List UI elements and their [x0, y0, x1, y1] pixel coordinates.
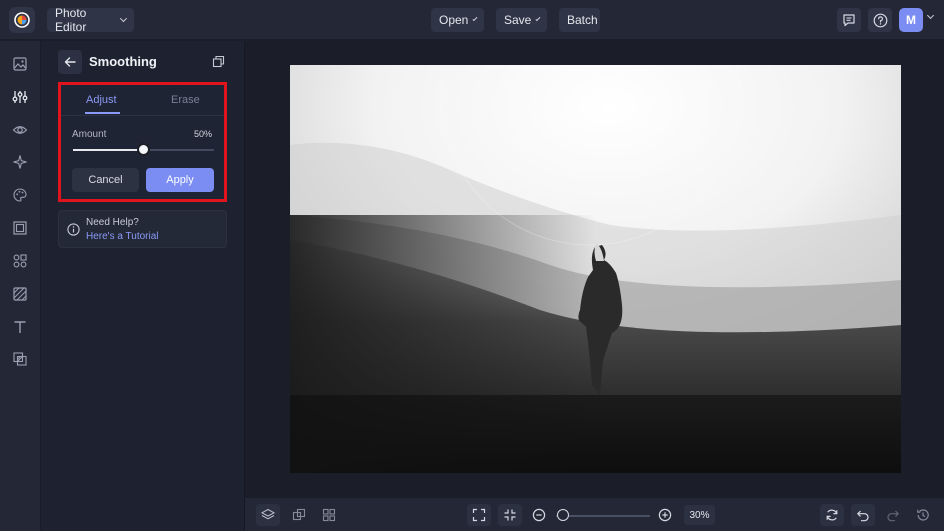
sidebar-item-textures[interactable]: [11, 285, 29, 303]
history-button[interactable]: [911, 504, 935, 526]
info-icon: [67, 223, 80, 236]
adjustments-icon: [12, 91, 28, 103]
undo-icon: [857, 510, 869, 522]
chat-icon: [843, 14, 855, 27]
overlay-icon: [13, 352, 27, 366]
batch-button[interactable]: Batch: [559, 8, 600, 32]
expand-icon: [472, 508, 486, 522]
question-icon: [873, 13, 887, 27]
sidebar-item-frames[interactable]: [11, 219, 29, 237]
chevron-down-icon: [120, 15, 128, 22]
help-title: Need Help?: [86, 217, 139, 228]
amount-slider-thumb[interactable]: [137, 143, 150, 156]
amount-slider[interactable]: [73, 143, 214, 156]
redo-button[interactable]: [881, 504, 905, 526]
chevron-down-icon: [535, 16, 541, 21]
refresh-icon: [826, 509, 838, 521]
zoom-out-icon: [532, 508, 546, 522]
fit-to-screen-button[interactable]: [467, 504, 491, 526]
sparkle-icon: [13, 155, 27, 169]
compare-button[interactable]: [287, 504, 311, 526]
batch-label: Batch: [567, 13, 598, 27]
actual-size-button[interactable]: [498, 504, 522, 526]
apply-button[interactable]: Apply: [146, 168, 214, 192]
help-card: Need Help? Here's a Tutorial: [58, 210, 227, 248]
elements-icon: [13, 254, 27, 268]
zoom-slider-thumb[interactable]: [557, 509, 569, 521]
user-avatar[interactable]: M: [899, 8, 923, 32]
duplicate-button[interactable]: [212, 55, 225, 73]
smoothing-settings-box: Adjust Erase Amount 50% Cancel Apply: [58, 82, 227, 202]
sidebar-item-adjustments[interactable]: [11, 88, 29, 106]
grid-button[interactable]: [317, 504, 341, 526]
texture-icon: [13, 287, 27, 301]
feedback-button[interactable]: [837, 8, 861, 32]
amount-slider-fill: [73, 149, 144, 151]
eye-icon: [12, 126, 28, 134]
text-icon: [14, 321, 26, 333]
sidebar-item-overlays[interactable]: [11, 350, 29, 368]
edited-photo[interactable]: [290, 65, 901, 473]
zoom-in-icon: [658, 508, 672, 522]
foggy-landscape-image: [290, 65, 901, 473]
zoom-out-button[interactable]: [527, 504, 551, 526]
sidebar-item-artsy[interactable]: [11, 186, 29, 204]
redo-icon: [887, 510, 899, 522]
amount-value: 50%: [193, 129, 212, 139]
app-menu-button[interactable]: Photo Editor: [47, 6, 134, 34]
open-label: Open: [439, 13, 469, 27]
tutorial-link[interactable]: Here's a Tutorial: [86, 231, 159, 242]
avatar-menu-chevron[interactable]: [926, 11, 935, 20]
frame-icon: [13, 221, 27, 235]
back-button[interactable]: [58, 50, 82, 74]
history-icon: [917, 509, 929, 521]
copy-icon: [212, 55, 225, 68]
amount-label: Amount: [72, 129, 107, 140]
layers-button[interactable]: [256, 504, 280, 526]
sidebar-item-image[interactable]: [11, 55, 29, 73]
arrow-left-icon: [64, 57, 76, 67]
tab-divider: [61, 115, 224, 116]
flip-button[interactable]: [820, 504, 844, 526]
sidebar-item-text[interactable]: [11, 318, 29, 336]
undo-button[interactable]: [851, 504, 875, 526]
sidebar-item-touch-up[interactable]: [11, 153, 29, 171]
cancel-button[interactable]: Cancel: [72, 168, 139, 192]
compare-icon: [292, 508, 306, 521]
sidebar-item-effects[interactable]: [11, 121, 29, 139]
collapse-icon: [504, 509, 516, 521]
tab-erase[interactable]: Erase: [171, 94, 200, 106]
logo-icon: [14, 12, 30, 28]
app-logo[interactable]: [9, 7, 35, 33]
active-tab-indicator: [85, 112, 120, 114]
help-button[interactable]: [868, 8, 892, 32]
open-button[interactable]: Open: [431, 8, 484, 32]
save-button[interactable]: Save: [496, 8, 547, 32]
sidebar-item-graphics[interactable]: [11, 252, 29, 270]
chevron-down-icon: [472, 16, 478, 21]
grid-icon: [322, 508, 336, 522]
image-icon: [13, 57, 27, 71]
zoom-slider[interactable]: [556, 515, 650, 517]
app-menu-label: Photo Editor: [55, 6, 87, 34]
palette-icon: [13, 188, 27, 202]
zoom-level[interactable]: 30%: [684, 505, 715, 525]
tab-adjust[interactable]: Adjust: [86, 94, 117, 106]
zoom-in-button[interactable]: [653, 504, 677, 526]
layers-icon: [261, 508, 275, 520]
panel-title: Smoothing: [89, 54, 157, 69]
save-label: Save: [504, 13, 532, 27]
